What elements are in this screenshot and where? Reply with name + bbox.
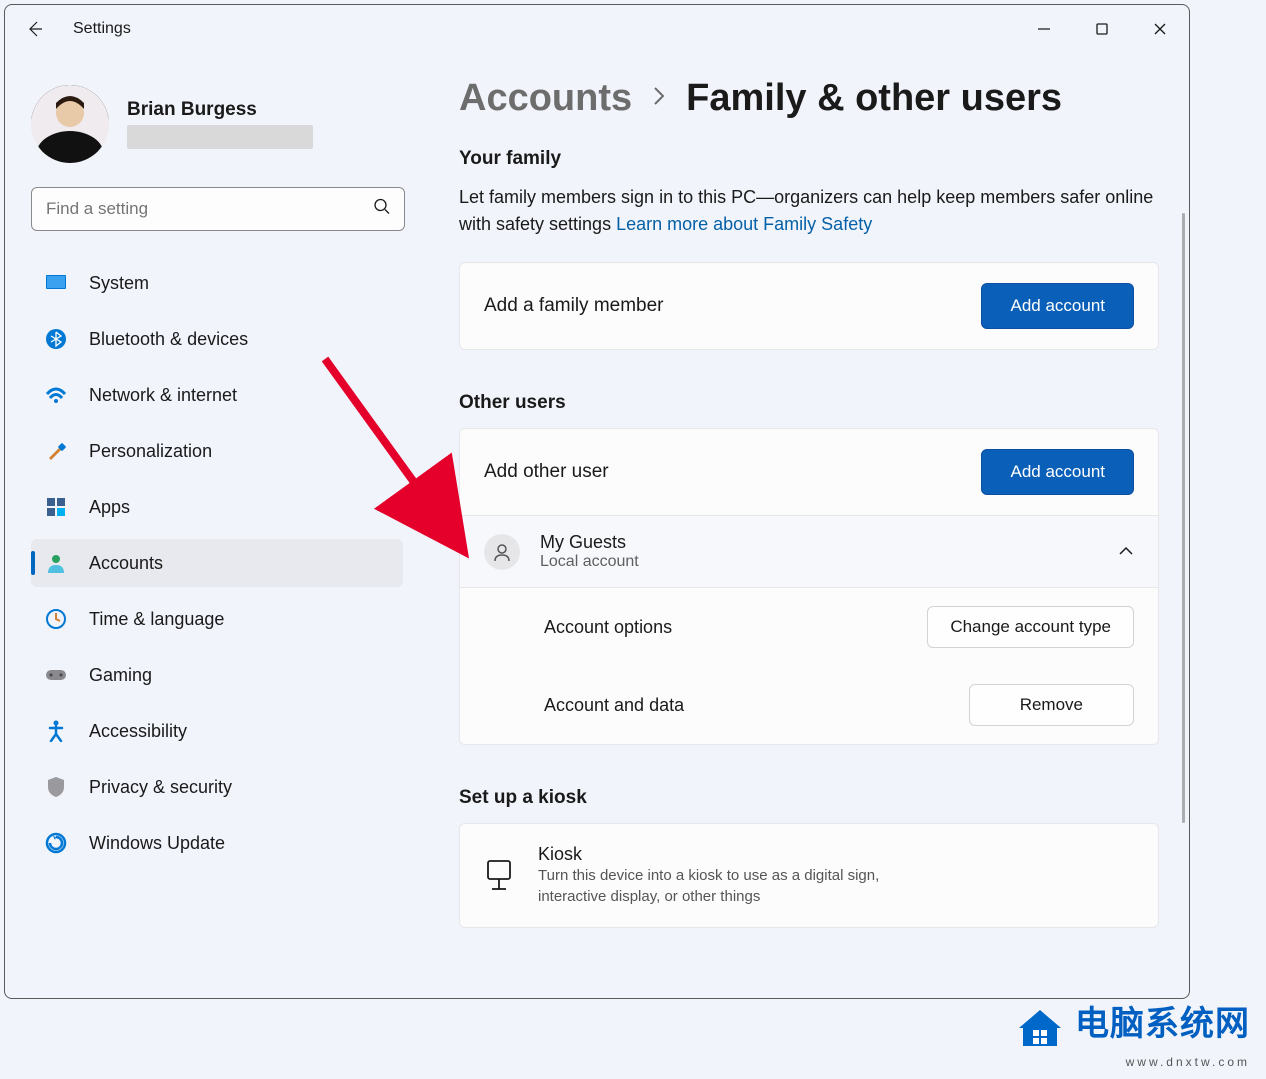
- wifi-icon: [45, 384, 67, 406]
- sidebar-item-label: Privacy & security: [89, 777, 232, 798]
- bluetooth-icon: [45, 328, 67, 350]
- add-other-account-button[interactable]: Add account: [981, 449, 1134, 495]
- main-content: Accounts Family & other users Your famil…: [419, 53, 1189, 998]
- person-icon: [45, 552, 67, 574]
- breadcrumb-current: Family & other users: [686, 77, 1062, 120]
- add-family-member-label: Add a family member: [484, 295, 664, 317]
- nav-list: System Bluetooth & devices Network & int…: [31, 259, 403, 867]
- user-email-redacted: [127, 125, 313, 149]
- family-card: Add a family member Add account: [459, 262, 1159, 350]
- remove-account-button[interactable]: Remove: [969, 684, 1134, 726]
- settings-window: Settings Brian Burgess: [4, 4, 1190, 999]
- sidebar-item-privacy[interactable]: Privacy & security: [31, 763, 403, 811]
- person-icon: [484, 534, 520, 570]
- account-options-label: Account options: [544, 617, 672, 638]
- user-block[interactable]: Brian Burgess: [31, 85, 403, 163]
- house-icon: [1015, 1006, 1065, 1055]
- watermark-url: www.dnxtw.com: [1015, 1055, 1250, 1069]
- brush-icon: [45, 440, 67, 462]
- shield-icon: [45, 776, 67, 798]
- apps-icon: [45, 496, 67, 518]
- avatar: [31, 85, 109, 163]
- kiosk-description: Turn this device into a kiosk to use as …: [538, 865, 918, 907]
- breadcrumb-parent[interactable]: Accounts: [459, 77, 632, 120]
- family-heading: Your family: [459, 148, 1159, 170]
- sidebar-item-label: Accounts: [89, 553, 163, 574]
- sidebar-item-label: Gaming: [89, 665, 152, 686]
- account-name: My Guests: [540, 532, 639, 553]
- account-options-section: Account options Change account type Acco…: [460, 587, 1158, 744]
- search-icon: [373, 198, 391, 221]
- monitor-icon: [45, 272, 67, 294]
- kiosk-title: Kiosk: [538, 844, 918, 865]
- sidebar: Brian Burgess System Bluetooth & devices…: [5, 53, 419, 998]
- search-input[interactable]: [31, 187, 405, 231]
- maximize-button[interactable]: [1073, 9, 1131, 49]
- sidebar-item-label: Personalization: [89, 441, 212, 462]
- gamepad-icon: [45, 664, 67, 686]
- update-icon: [45, 832, 67, 854]
- app-title: Settings: [73, 20, 131, 38]
- titlebar: Settings: [5, 5, 1189, 53]
- clock-globe-icon: [45, 608, 67, 630]
- sidebar-item-apps[interactable]: Apps: [31, 483, 403, 531]
- user-account-header[interactable]: My Guests Local account: [460, 515, 1158, 587]
- breadcrumb: Accounts Family & other users: [459, 77, 1159, 120]
- sidebar-item-label: Bluetooth & devices: [89, 329, 248, 350]
- sidebar-item-label: Time & language: [89, 609, 224, 630]
- kiosk-card: Kiosk Turn this device into a kiosk to u…: [459, 823, 1159, 928]
- chevron-right-icon: [650, 85, 668, 112]
- watermark-text: 电脑系统网: [1075, 1005, 1250, 1043]
- kiosk-icon: [484, 858, 514, 894]
- sidebar-item-personalization[interactable]: Personalization: [31, 427, 403, 475]
- user-name: Brian Burgess: [127, 99, 313, 121]
- kiosk-heading: Set up a kiosk: [459, 787, 1159, 809]
- watermark: 电脑系统网 www.dnxtw.com: [1015, 996, 1250, 1069]
- back-button[interactable]: [25, 19, 45, 39]
- scrollbar[interactable]: [1182, 213, 1185, 823]
- account-data-label: Account and data: [544, 695, 684, 716]
- other-users-heading: Other users: [459, 392, 1159, 414]
- minimize-button[interactable]: [1015, 9, 1073, 49]
- sidebar-item-label: Network & internet: [89, 385, 237, 406]
- account-type: Local account: [540, 553, 639, 571]
- sidebar-item-gaming[interactable]: Gaming: [31, 651, 403, 699]
- add-other-user-label: Add other user: [484, 461, 609, 483]
- accessibility-icon: [45, 720, 67, 742]
- sidebar-item-windows-update[interactable]: Windows Update: [31, 819, 403, 867]
- chevron-up-icon: [1118, 543, 1134, 561]
- close-button[interactable]: [1131, 9, 1189, 49]
- family-safety-link[interactable]: Learn more about Family Safety: [616, 214, 872, 234]
- sidebar-item-time-language[interactable]: Time & language: [31, 595, 403, 643]
- sidebar-item-accounts[interactable]: Accounts: [31, 539, 403, 587]
- family-description: Let family members sign in to this PC—or…: [459, 184, 1159, 238]
- sidebar-item-label: Accessibility: [89, 721, 187, 742]
- other-users-card: Add other user Add account My Guests Loc…: [459, 428, 1159, 745]
- sidebar-item-network[interactable]: Network & internet: [31, 371, 403, 419]
- sidebar-item-label: System: [89, 273, 149, 294]
- change-account-type-button[interactable]: Change account type: [927, 606, 1134, 648]
- sidebar-item-label: Apps: [89, 497, 130, 518]
- sidebar-item-label: Windows Update: [89, 833, 225, 854]
- sidebar-item-accessibility[interactable]: Accessibility: [31, 707, 403, 755]
- add-family-account-button[interactable]: Add account: [981, 283, 1134, 329]
- sidebar-item-system[interactable]: System: [31, 259, 403, 307]
- sidebar-item-bluetooth[interactable]: Bluetooth & devices: [31, 315, 403, 363]
